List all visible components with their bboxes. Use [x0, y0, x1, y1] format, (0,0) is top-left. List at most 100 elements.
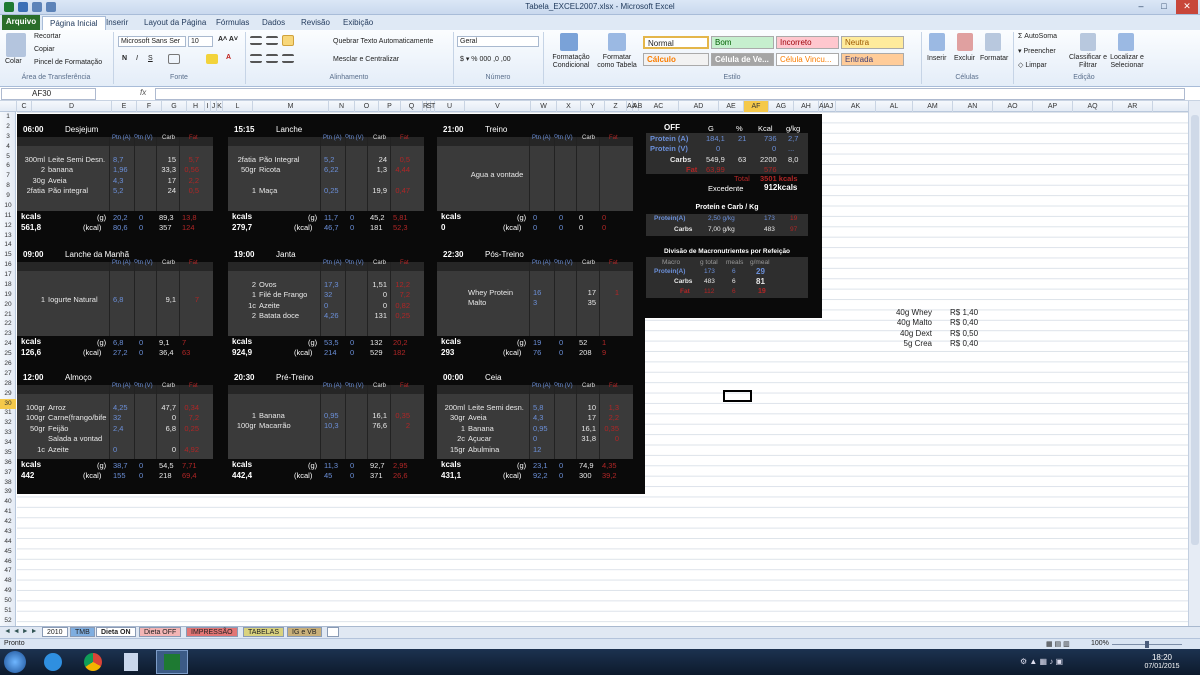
- align-bottom-icon[interactable]: [282, 35, 294, 46]
- sort-filter-icon[interactable]: [1080, 33, 1096, 51]
- sheet-tab-tmb[interactable]: TMB: [70, 627, 95, 637]
- sheet-tab-dieta-on[interactable]: Dieta ON: [96, 627, 136, 637]
- row-header[interactable]: 27: [0, 369, 16, 379]
- tab-home[interactable]: Página Inicial: [42, 16, 106, 30]
- view-buttons[interactable]: ▦ ▤ ▥: [1046, 640, 1070, 648]
- row-header[interactable]: 46: [0, 557, 16, 567]
- zoom-level[interactable]: 100%: [1091, 640, 1109, 647]
- underline-button[interactable]: S: [148, 55, 153, 62]
- row-header[interactable]: 36: [0, 458, 16, 468]
- align-left-icon[interactable]: [250, 54, 262, 63]
- row-header[interactable]: 3: [0, 132, 16, 142]
- start-button-icon[interactable]: [4, 651, 26, 673]
- row-header[interactable]: 45: [0, 547, 16, 557]
- row-header[interactable]: 18: [0, 280, 16, 290]
- row-header[interactable]: 34: [0, 438, 16, 448]
- column-header[interactable]: F: [137, 101, 162, 112]
- row-header[interactable]: 44: [0, 537, 16, 547]
- row-header[interactable]: 38: [0, 478, 16, 488]
- row-header[interactable]: 28: [0, 379, 16, 389]
- merge-center-button[interactable]: Mesclar e Centralizar: [333, 56, 399, 63]
- tab-data[interactable]: Dados: [255, 16, 292, 30]
- row-header[interactable]: 41: [0, 507, 16, 517]
- column-header[interactable]: AO: [993, 101, 1033, 112]
- row-header[interactable]: 49: [0, 586, 16, 596]
- row-header[interactable]: 26: [0, 359, 16, 369]
- clear-button[interactable]: ◇ Limpar: [1018, 61, 1047, 69]
- row-header[interactable]: 48: [0, 576, 16, 586]
- row-header[interactable]: 15: [0, 250, 16, 260]
- row-header[interactable]: 10: [0, 201, 16, 211]
- column-header[interactable]: M: [253, 101, 329, 112]
- column-header[interactable]: P: [379, 101, 401, 112]
- style-good[interactable]: Bom: [711, 36, 774, 49]
- column-header[interactable]: C: [17, 101, 32, 112]
- column-header[interactable]: D: [32, 101, 112, 112]
- column-header[interactable]: E: [112, 101, 137, 112]
- column-header[interactable]: AJ: [823, 101, 836, 112]
- internet-explorer-icon[interactable]: [44, 653, 62, 671]
- style-input[interactable]: Entrada: [841, 53, 904, 66]
- column-header[interactable]: O: [355, 101, 379, 112]
- align-top-icon[interactable]: [250, 36, 262, 45]
- format-cells-icon[interactable]: [985, 33, 1001, 51]
- font-size-select[interactable]: 10: [188, 36, 213, 47]
- column-header[interactable]: AF: [744, 101, 769, 112]
- column-header[interactable]: AQ: [1073, 101, 1113, 112]
- sort-filter-button[interactable]: Classificar e Filtrar: [1068, 54, 1108, 70]
- select-all[interactable]: [0, 101, 17, 112]
- close-icon[interactable]: ✕: [1176, 0, 1198, 14]
- column-header[interactable]: U: [435, 101, 465, 112]
- sheet-tab-ig-vb[interactable]: IG e VB: [287, 627, 322, 637]
- minimize-icon[interactable]: –: [1130, 0, 1152, 14]
- vertical-scrollbar[interactable]: [1188, 101, 1200, 626]
- fill-color-icon[interactable]: [206, 54, 218, 64]
- row-header[interactable]: 20: [0, 300, 16, 310]
- conditional-format-icon[interactable]: [560, 33, 578, 51]
- sheet-tab-impressao[interactable]: IMPRESSÃO: [186, 627, 238, 637]
- fill-button[interactable]: ▾ Preencher: [1018, 47, 1056, 55]
- new-sheet-icon[interactable]: [327, 627, 339, 637]
- column-header[interactable]: Q: [401, 101, 423, 112]
- autosum-button[interactable]: Σ AutoSoma: [1018, 33, 1057, 40]
- row-header[interactable]: 23: [0, 329, 16, 339]
- name-box[interactable]: AF30: [1, 88, 96, 100]
- maximize-icon[interactable]: □: [1153, 0, 1175, 14]
- row-header[interactable]: 2: [0, 122, 16, 132]
- zoom-slider-thumb[interactable]: [1145, 641, 1149, 648]
- paste-button[interactable]: Colar: [5, 58, 22, 65]
- column-header[interactable]: H: [187, 101, 205, 112]
- style-bad[interactable]: Incorreto: [776, 36, 839, 49]
- format-painter-button[interactable]: Pincel de Formatação: [34, 59, 102, 66]
- row-header[interactable]: 43: [0, 527, 16, 537]
- row-header[interactable]: 9: [0, 191, 16, 201]
- insert-cells-button[interactable]: Inserir: [927, 55, 946, 62]
- tab-formulas[interactable]: Fórmulas: [209, 16, 256, 30]
- row-header[interactable]: 7: [0, 171, 16, 181]
- column-header[interactable]: Y: [581, 101, 605, 112]
- active-cell[interactable]: [723, 390, 752, 402]
- tab-view[interactable]: Exibição: [336, 16, 380, 30]
- number-format-select[interactable]: Geral: [457, 36, 539, 47]
- delete-cells-button[interactable]: Excluir: [954, 55, 975, 62]
- row-header[interactable]: 33: [0, 428, 16, 438]
- row-header[interactable]: 42: [0, 517, 16, 527]
- number-buttons[interactable]: $ ▾ % 000 ,0 ,00: [460, 55, 511, 63]
- row-header[interactable]: 31: [0, 408, 16, 418]
- row-header[interactable]: 50: [0, 596, 16, 606]
- style-neutral[interactable]: Neutra: [841, 36, 904, 49]
- style-normal[interactable]: Normal: [643, 36, 709, 49]
- wrap-text-button[interactable]: Quebrar Texto Automaticamente: [333, 38, 433, 45]
- row-header[interactable]: 35: [0, 448, 16, 458]
- row-header[interactable]: 12: [0, 221, 16, 231]
- row-header[interactable]: 24: [0, 339, 16, 349]
- insert-cells-icon[interactable]: [929, 33, 945, 51]
- align-right-icon[interactable]: [282, 54, 294, 63]
- style-linked-cell[interactable]: Célula Vincu...: [776, 53, 839, 66]
- file-tab[interactable]: Arquivo: [2, 15, 40, 30]
- borders-icon[interactable]: [168, 54, 180, 64]
- column-header[interactable]: G: [162, 101, 187, 112]
- column-header[interactable]: AD: [679, 101, 719, 112]
- tray-icons[interactable]: ⚙ ▲ ▦ ♪ ▣: [1020, 657, 1063, 666]
- delete-cells-icon[interactable]: [957, 33, 973, 51]
